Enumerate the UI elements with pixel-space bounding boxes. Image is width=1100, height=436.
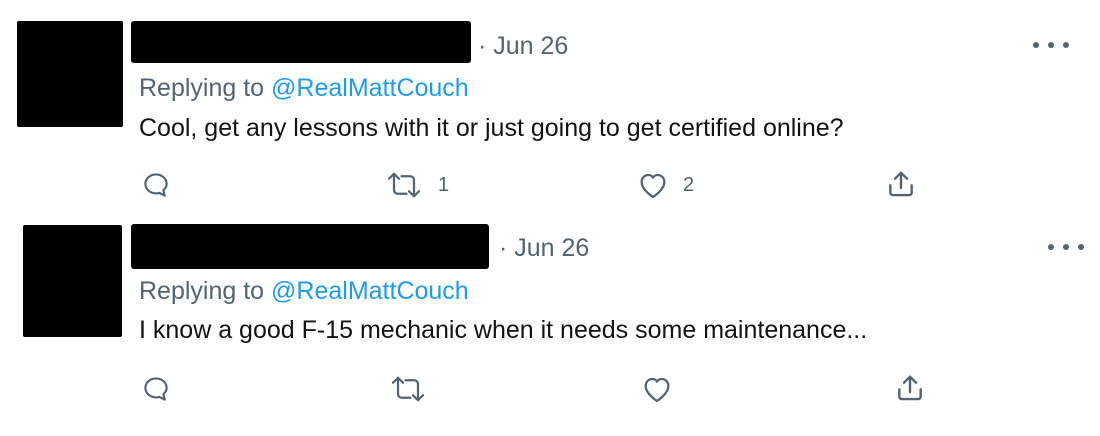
- retweet-icon: [387, 172, 421, 198]
- avatar-redacted[interactable]: [23, 225, 122, 337]
- tweet-card[interactable]: · Jun 26 Replying to @RealMattCouch Cool…: [0, 0, 1100, 210]
- retweet-button[interactable]: [388, 374, 428, 404]
- reply-bubble-icon: [144, 173, 168, 197]
- tweet-text: Cool, get any lessons with it or just go…: [139, 114, 844, 142]
- more-dots-icon[interactable]: [1048, 237, 1084, 257]
- like-button[interactable]: [641, 374, 673, 404]
- heart-icon: [644, 377, 670, 403]
- retweet-button[interactable]: 1: [384, 170, 449, 200]
- like-button[interactable]: 2: [637, 170, 694, 200]
- tweet-date[interactable]: · Jun 26: [478, 32, 568, 61]
- replying-to-line: Replying to @RealMattCouch: [139, 277, 469, 306]
- tweet-card[interactable]: · Jun 26 Replying to @RealMattCouch I kn…: [0, 205, 1100, 415]
- tweet-date[interactable]: · Jun 26: [499, 234, 589, 263]
- replying-prefix: Replying to: [139, 277, 265, 305]
- username-redacted[interactable]: [131, 224, 489, 269]
- reply-bubble-icon: [144, 377, 168, 401]
- avatar-redacted[interactable]: [17, 21, 123, 127]
- retweet-count: 1: [438, 173, 450, 196]
- share-button[interactable]: [885, 168, 917, 200]
- share-icon: [889, 171, 913, 197]
- share-button[interactable]: [894, 372, 926, 404]
- replying-prefix: Replying to: [139, 74, 265, 102]
- retweet-icon: [391, 376, 425, 402]
- replying-to-line: Replying to @RealMattCouch: [139, 74, 469, 103]
- reply-button[interactable]: [141, 170, 171, 200]
- replying-handle-link[interactable]: @RealMattCouch: [271, 277, 469, 305]
- tweet-text: I know a good F-15 mechanic when it need…: [139, 316, 868, 344]
- username-redacted[interactable]: [131, 21, 471, 63]
- heart-icon: [640, 173, 666, 199]
- more-dots-icon[interactable]: [1033, 35, 1069, 55]
- replying-handle-link[interactable]: @RealMattCouch: [271, 74, 469, 102]
- share-icon: [898, 375, 922, 401]
- reply-button[interactable]: [141, 374, 171, 404]
- like-count: 2: [683, 173, 695, 196]
